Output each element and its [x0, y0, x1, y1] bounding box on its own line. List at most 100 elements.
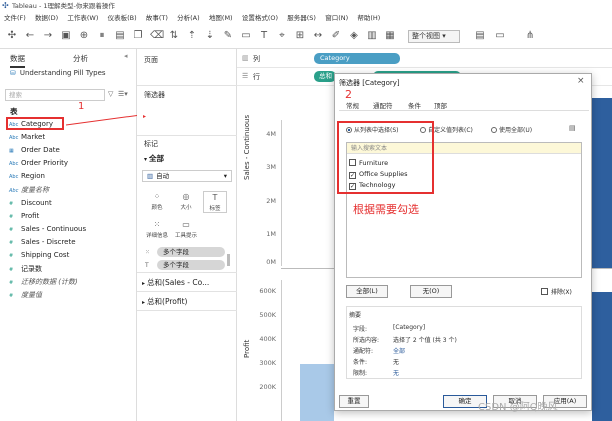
- menu-analysis[interactable]: 分析(A): [177, 12, 200, 25]
- field-category[interactable]: Abc Category: [9, 120, 53, 128]
- highlight-icon[interactable]: ✎: [222, 30, 234, 42]
- chevron-right-icon: ▸: [142, 299, 146, 306]
- sales-axis-line: [281, 120, 282, 266]
- presentation-icon[interactable]: ▦: [384, 30, 396, 42]
- columns-shelf-icon: ▥: [242, 54, 249, 62]
- tab-analysis[interactable]: 分析: [73, 53, 88, 64]
- number-type-icon: #: [9, 227, 14, 233]
- show-cards-icon[interactable]: ▤: [474, 30, 486, 42]
- multiple-fields-pill[interactable]: 多个字段: [157, 247, 225, 257]
- pause-updates-icon[interactable]: ⏸: [96, 30, 108, 42]
- field-migrated-count[interactable]: # 迁移的数据 (计数): [9, 277, 78, 287]
- menu-dashboard[interactable]: 仪表板(B): [108, 12, 137, 25]
- label-button[interactable]: T 标签: [203, 191, 227, 213]
- sort-asc-icon[interactable]: ⇡: [186, 30, 198, 42]
- rows-shelf-label: 行: [253, 73, 260, 81]
- new-worksheet-icon[interactable]: ▤: [114, 30, 126, 42]
- filters-shelf-dropzone[interactable]: [141, 101, 233, 131]
- color-button[interactable]: ⁘ 颜色: [145, 191, 169, 213]
- field-measure-values[interactable]: # 度量值: [9, 290, 42, 300]
- menu-file[interactable]: 文件(F): [4, 12, 26, 25]
- selection-highlight-box: [337, 121, 434, 194]
- tableau-home-icon[interactable]: ✣: [6, 30, 18, 42]
- field-record-count[interactable]: # 记录数: [9, 264, 42, 274]
- sum-row-pill[interactable]: 总和: [314, 71, 336, 82]
- fit-width-icon[interactable]: ↔: [312, 30, 324, 42]
- menu-worksheet[interactable]: 工作表(W): [67, 12, 98, 25]
- bar-profit[interactable]: [300, 364, 334, 421]
- reset-button[interactable]: 重置: [339, 395, 369, 408]
- forward-arrow-icon[interactable]: →: [42, 30, 54, 42]
- menu-data[interactable]: 数据(D): [35, 12, 58, 25]
- profit-tick: 200K: [259, 383, 276, 391]
- tab-top[interactable]: 顶部: [434, 100, 447, 110]
- menu-server[interactable]: 服务器(S): [287, 12, 316, 25]
- exclude-checkbox[interactable]: 排除(X): [541, 287, 572, 296]
- chevron-down-icon: ▾: [223, 172, 227, 180]
- new-datasource-icon[interactable]: ⊕: [78, 30, 90, 42]
- pen-icon[interactable]: ✐: [330, 30, 342, 42]
- tab-wildcard[interactable]: 通配符: [373, 100, 393, 110]
- bar-profit[interactable]: [592, 292, 612, 421]
- field-measure-names[interactable]: Abc 度量名称: [9, 185, 49, 195]
- paint-icon[interactable]: ◈: [348, 30, 360, 42]
- datasource-item[interactable]: ⛁ Understanding Pill Types: [10, 69, 106, 77]
- format-icon[interactable]: ⊞: [294, 30, 306, 42]
- back-arrow-icon[interactable]: ←: [24, 30, 36, 42]
- marks-all-tab[interactable]: ▾ 全部: [144, 153, 164, 164]
- tab-condition[interactable]: 条件: [408, 100, 421, 110]
- radio-use-all[interactable]: 使用全部(U): [491, 125, 532, 134]
- field-order-date[interactable]: ▦ Order Date: [9, 146, 60, 154]
- menu-window[interactable]: 窗口(N): [325, 12, 348, 25]
- view-list-icon[interactable]: ☰▾: [118, 90, 128, 98]
- share-icon[interactable]: ⋔: [524, 30, 536, 42]
- fit-view-select[interactable]: 整个视图 ▾: [408, 30, 460, 43]
- field-sales-continuous[interactable]: # Sales - Continuous: [9, 225, 86, 233]
- menu-help[interactable]: 帮助(H): [357, 12, 380, 25]
- search-input[interactable]: 搜索: [5, 89, 105, 101]
- multiple-fields-pill[interactable]: 多个字段: [157, 260, 225, 270]
- menu-story[interactable]: 故事(T): [146, 12, 168, 25]
- select-none-button[interactable]: 无(O): [410, 285, 452, 298]
- field-market[interactable]: Abc Market: [9, 133, 45, 141]
- field-region[interactable]: Abc Region: [9, 172, 45, 180]
- field-profit[interactable]: # Profit: [9, 212, 39, 220]
- tooltip-icon: ▭: [182, 220, 190, 229]
- field-sales-discrete[interactable]: # Sales - Discrete: [9, 238, 76, 246]
- labels-icon[interactable]: T: [258, 30, 270, 42]
- divider: [339, 110, 589, 111]
- bar-sales[interactable]: [592, 98, 612, 268]
- collapse-pane-icon[interactable]: ◂: [124, 52, 128, 60]
- tab-data[interactable]: 数据: [10, 53, 25, 68]
- clear-sheet-icon[interactable]: ⌫: [150, 30, 164, 42]
- label-pill-icon: T: [145, 262, 149, 269]
- list-options-icon[interactable]: ▤: [569, 124, 576, 132]
- group-icon[interactable]: ▭: [240, 30, 252, 42]
- size-button[interactable]: ◎ 大小: [174, 191, 198, 213]
- sum-sales-mark-card[interactable]: ▸ 总和(Sales - Co...: [142, 277, 209, 288]
- show-marks-icon[interactable]: ▥: [366, 30, 378, 42]
- fix-axes-icon[interactable]: ⌖: [276, 30, 288, 42]
- field-discount[interactable]: # Discount: [9, 199, 52, 207]
- select-all-button[interactable]: 全部(L): [346, 285, 388, 298]
- filter-icon[interactable]: ▽: [108, 90, 113, 98]
- swap-icon[interactable]: ⇅: [168, 30, 180, 42]
- save-icon[interactable]: ▣: [60, 30, 72, 42]
- tooltip-button[interactable]: ▭ 工具提示: [174, 219, 198, 241]
- menu-format[interactable]: 设置格式(O): [242, 12, 278, 25]
- filter-dialog: 筛选器 [Category] × 2 常规 通配符 条件 顶部 从列表中选择(S…: [334, 73, 592, 411]
- duplicate-sheet-icon[interactable]: ❐: [132, 30, 144, 42]
- divider: [137, 291, 237, 292]
- sum-profit-mark-card[interactable]: ▸ 总和(Profit): [142, 296, 187, 307]
- mark-type-select[interactable]: ▥ 自动 ▾: [142, 170, 232, 182]
- sort-desc-icon[interactable]: ⇣: [204, 30, 216, 42]
- detail-button[interactable]: ⁙ 详细信息: [145, 219, 169, 241]
- close-icon[interactable]: ×: [577, 76, 585, 86]
- field-order-priority[interactable]: Abc Order Priority: [9, 159, 68, 167]
- menu-map[interactable]: 地图(M): [209, 12, 233, 25]
- divider: [237, 67, 612, 68]
- field-shipping-cost[interactable]: # Shipping Cost: [9, 251, 69, 259]
- category-column-pill[interactable]: Category: [314, 53, 400, 64]
- scrollbar[interactable]: [227, 254, 230, 266]
- tooltip-icon[interactable]: ▭: [494, 30, 506, 42]
